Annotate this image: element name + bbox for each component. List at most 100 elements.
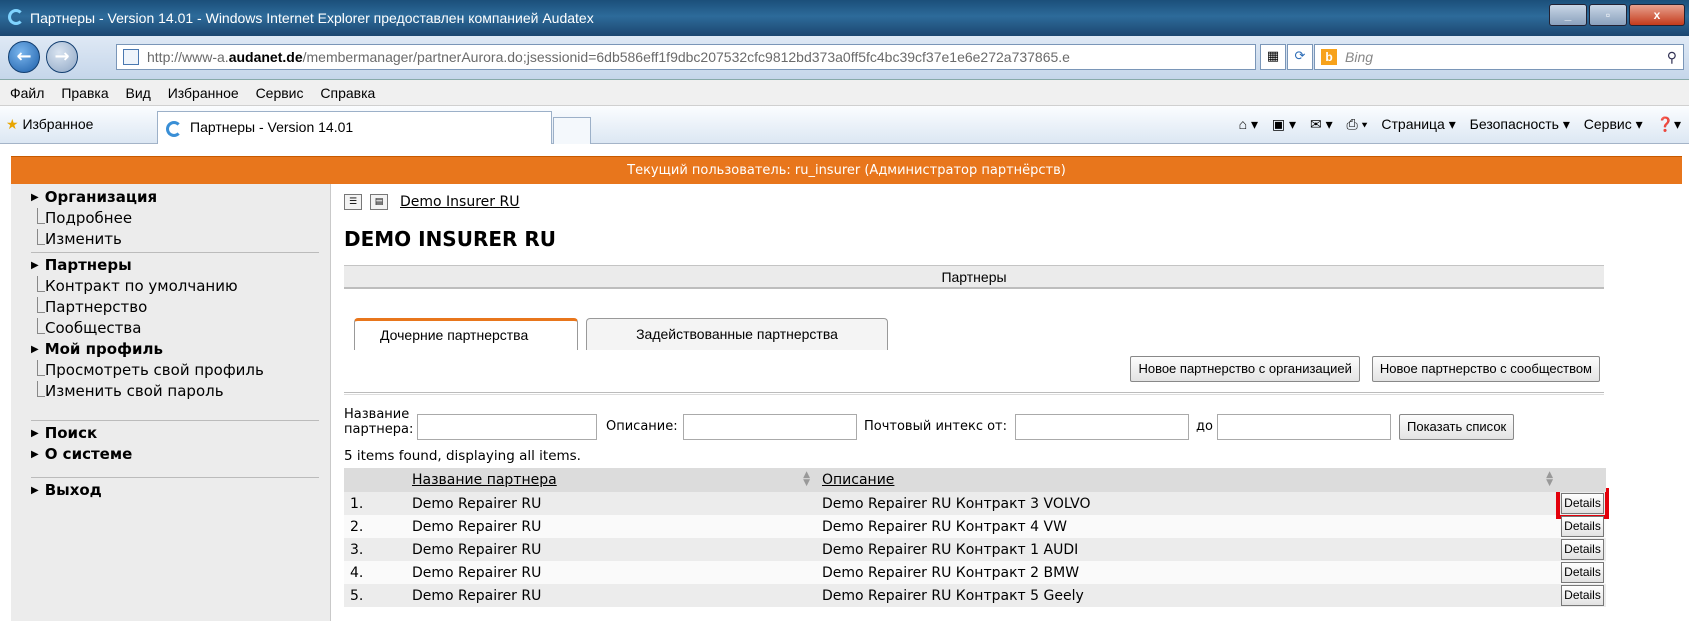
- sidebar-item-details[interactable]: Подробнее: [31, 208, 330, 229]
- favorites-button[interactable]: ★ Избранное: [6, 116, 93, 133]
- table-row: 3. Demo Repairer RU Demo Repairer RU Кон…: [344, 538, 1606, 561]
- sidebar-item-communities[interactable]: Сообщества: [31, 318, 330, 339]
- sidebar-item-partnership[interactable]: Партнерство: [31, 297, 330, 318]
- show-list-button[interactable]: Показать список: [1399, 414, 1515, 440]
- sidebar-section-about[interactable]: ▶ О системе: [31, 444, 330, 465]
- row-number: 5.: [344, 584, 406, 607]
- sidebar-section-my-profile[interactable]: ▶ Мой профиль: [31, 339, 330, 360]
- triangle-right-icon: ▶: [31, 449, 39, 460]
- menu-bar: Файл Правка Вид Избранное Сервис Справка: [0, 80, 1689, 106]
- bing-icon: b: [1321, 49, 1337, 65]
- command-bar: ⌂ ▾ ▣ ▾ ✉ ▾ ⎙ ▾ Страница ▾ Безопасность …: [1229, 116, 1681, 133]
- safety-menu[interactable]: Безопасность ▾: [1470, 116, 1570, 132]
- back-icon[interactable]: ←: [8, 41, 40, 73]
- feeds-icon[interactable]: ▣ ▾: [1272, 116, 1296, 132]
- zip-to-input[interactable]: [1217, 414, 1391, 440]
- address-input[interactable]: http://www-a.audanet.de/membermanager/pa…: [116, 44, 1256, 70]
- menu-file[interactable]: Файл: [10, 85, 44, 101]
- row-number: 2.: [344, 515, 406, 538]
- sidebar-section-partners[interactable]: ▶ Партнеры: [31, 255, 330, 276]
- search-icon[interactable]: ⚲: [1667, 45, 1677, 69]
- divider: [31, 477, 319, 478]
- tools-menu[interactable]: Сервис ▾: [1584, 116, 1643, 132]
- forward-icon[interactable]: →: [46, 41, 78, 73]
- tree-view-icon[interactable]: ☰: [344, 194, 362, 210]
- triangle-right-icon: ▶: [31, 260, 39, 271]
- partner-name: Demo Repairer RU: [406, 538, 816, 561]
- menu-edit[interactable]: Правка: [61, 85, 108, 101]
- zip-from-label: Почтовый интекс от:: [864, 419, 1007, 434]
- table-row: 4. Demo Repairer RU Demo Repairer RU Кон…: [344, 561, 1606, 584]
- page-menu[interactable]: Страница ▾: [1381, 116, 1455, 132]
- column-description[interactable]: Описание ▲ ▼: [816, 468, 1559, 492]
- description-label: Описание:: [606, 419, 678, 434]
- sidebar-item-edit[interactable]: Изменить: [31, 229, 330, 250]
- refresh-icon[interactable]: ⟳: [1287, 44, 1313, 70]
- partner-description: Demo Repairer RU Контракт 5 Geely: [816, 584, 1559, 607]
- partner-name: Demo Repairer RU: [406, 492, 816, 515]
- minimize-button[interactable]: _: [1549, 4, 1587, 26]
- divider: [344, 392, 1604, 395]
- results-count: 5 items found, displaying all items.: [344, 448, 581, 464]
- triangle-right-icon: ▶: [31, 485, 39, 496]
- current-user-bar: Текущий пользователь: ru_insurer (Админи…: [11, 156, 1682, 184]
- sort-icon: ▲ ▼: [803, 470, 810, 488]
- breadcrumb-link[interactable]: Demo Insurer RU: [400, 194, 519, 210]
- partner-name: Demo Repairer RU: [406, 561, 816, 584]
- details-button[interactable]: Details: [1561, 562, 1604, 583]
- mail-icon[interactable]: ✉ ▾: [1310, 116, 1333, 132]
- new-tab-button[interactable]: [553, 117, 591, 144]
- new-community-partnership-button[interactable]: Новое партнерство с сообществом: [1371, 356, 1600, 382]
- sidebar-item-view-profile[interactable]: Просмотреть свой профиль: [31, 360, 330, 381]
- favorites-bar: ★ Избранное Партнеры - Version 14.01 ⌂ ▾…: [0, 106, 1689, 144]
- partner-description: Demo Repairer RU Контракт 4 VW: [816, 515, 1559, 538]
- menu-help[interactable]: Справка: [320, 85, 375, 101]
- partner-name-input[interactable]: [417, 414, 597, 440]
- sidebar-section-organization[interactable]: ▶ Организация: [31, 187, 330, 208]
- list-view-icon[interactable]: ▤: [370, 194, 388, 210]
- ie-logo-icon: [166, 121, 182, 137]
- sidebar-item-default-contract[interactable]: Контракт по умолчанию: [31, 276, 330, 297]
- column-partner-name[interactable]: Название партнера ▲ ▼: [406, 468, 816, 492]
- tab-child-partnerships[interactable]: Дочерние партнерства: [354, 318, 578, 350]
- sort-icon: ▲ ▼: [1546, 470, 1553, 488]
- compat-view-icon[interactable]: ▦: [1260, 44, 1286, 70]
- menu-view[interactable]: Вид: [126, 85, 151, 101]
- zip-from-input[interactable]: [1015, 414, 1189, 440]
- help-icon[interactable]: ❓▾: [1657, 116, 1681, 132]
- row-number: 1.: [344, 492, 406, 515]
- partner-name: Demo Repairer RU: [406, 515, 816, 538]
- table-row: 2. Demo Repairer RU Demo Repairer RU Кон…: [344, 515, 1606, 538]
- window-controls: _ ▫ x: [1549, 4, 1685, 26]
- menu-favorites[interactable]: Избранное: [168, 85, 239, 101]
- star-icon: ★: [6, 116, 19, 132]
- sidebar-section-logout[interactable]: ▶ Выход: [31, 480, 330, 501]
- divider: [31, 252, 319, 253]
- table-row: 5. Demo Repairer RU Demo Repairer RU Кон…: [344, 584, 1606, 607]
- print-icon[interactable]: ⎙ ▾: [1347, 116, 1368, 132]
- browser-tab[interactable]: Партнеры - Version 14.01: [157, 111, 552, 144]
- sidebar-item-change-password[interactable]: Изменить свой пароль: [31, 381, 330, 402]
- partner-description: Demo Repairer RU Контракт 1 AUDI: [816, 538, 1559, 561]
- sidebar-section-search[interactable]: ▶ Поиск: [31, 423, 330, 444]
- partner-description: Demo Repairer RU Контракт 2 BMW: [816, 561, 1559, 584]
- maximize-button[interactable]: ▫: [1589, 4, 1627, 26]
- partner-name: Demo Repairer RU: [406, 584, 816, 607]
- home-icon[interactable]: ⌂ ▾: [1239, 116, 1258, 132]
- divider: [31, 420, 319, 421]
- details-button[interactable]: Details: [1561, 516, 1604, 537]
- section-bar: Партнеры: [344, 265, 1604, 289]
- details-button[interactable]: Details: [1561, 539, 1604, 560]
- new-org-partnership-button[interactable]: Новое партнерство с организацией: [1130, 356, 1360, 382]
- details-button[interactable]: Details: [1561, 585, 1604, 606]
- ie-logo-icon: [8, 9, 24, 25]
- details-button[interactable]: Details: [1556, 488, 1609, 519]
- description-input[interactable]: [683, 414, 857, 440]
- menu-tools[interactable]: Сервис: [256, 85, 304, 101]
- page-icon: [123, 49, 139, 65]
- close-window-button[interactable]: x: [1629, 4, 1685, 26]
- search-input[interactable]: b Bing ⚲: [1314, 44, 1684, 70]
- partner-name-label: Название партнера:: [344, 407, 414, 437]
- tab-involved-partnerships[interactable]: Задействованные партнерства: [586, 318, 888, 350]
- filter-form: Название партнера: Описание: Почтовый инт…: [344, 407, 1606, 442]
